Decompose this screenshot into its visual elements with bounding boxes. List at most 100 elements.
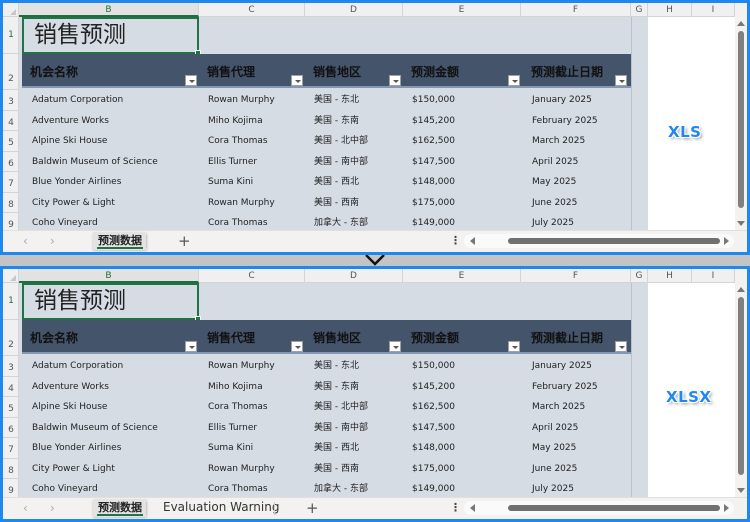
- empty-cells-area[interactable]: XLSX: [648, 283, 735, 497]
- table-row[interactable]: Blue Yonder Airlines Suma Kini 美国 - 西北 $148…: [22, 172, 631, 193]
- close-date-cell[interactable]: January 2025: [532, 90, 592, 111]
- horizontal-scroll-thumb[interactable]: [508, 505, 720, 511]
- amount-cell[interactable]: $162,500: [412, 131, 455, 152]
- region-cell[interactable]: 美国 - 西南: [314, 193, 359, 214]
- region-cell[interactable]: 美国 - 北中部: [314, 397, 368, 418]
- filter-dropdown-icon[interactable]: [185, 341, 197, 352]
- amount-cell[interactable]: $150,000: [412, 90, 455, 111]
- table-row[interactable]: Baldwin Museum of Science Ellis Turner 美国 …: [22, 418, 631, 439]
- table-row[interactable]: City Power & Light Rowan Murphy 美国 - 西南 $17…: [22, 193, 631, 214]
- agent-cell[interactable]: Cora Thomas: [208, 397, 268, 418]
- title-cell[interactable]: 销售预测: [22, 17, 201, 56]
- opportunity-cell[interactable]: Blue Yonder Airlines: [32, 438, 121, 459]
- close-date-cell[interactable]: June 2025: [532, 193, 577, 214]
- row-header[interactable]: 6: [3, 418, 19, 438]
- table-row[interactable]: Adventure Works Miho Kojima 美国 - 东南 $145,20…: [22, 111, 631, 132]
- table-row[interactable]: Baldwin Museum of Science Ellis Turner 美国 …: [22, 152, 631, 173]
- column-header-d[interactable]: D: [305, 3, 403, 17]
- table-row[interactable]: Adatum Corporation Rowan Murphy 美国 - 东北 $15…: [22, 90, 631, 111]
- column-g-area[interactable]: [631, 17, 648, 230]
- column-header-i[interactable]: I: [692, 3, 735, 17]
- close-date-cell[interactable]: February 2025: [532, 377, 598, 398]
- amount-cell[interactable]: $148,000: [412, 172, 455, 193]
- filter-dropdown-icon[interactable]: [508, 341, 520, 352]
- amount-cell[interactable]: $145,200: [412, 111, 455, 132]
- region-cell[interactable]: 美国 - 西北: [314, 172, 359, 193]
- table-row[interactable]: Blue Yonder Airlines Suma Kini 美国 - 西北 $148…: [22, 438, 631, 459]
- region-cell[interactable]: 美国 - 南中部: [314, 152, 368, 173]
- column-header-f[interactable]: F: [521, 269, 631, 283]
- scroll-left-icon[interactable]: [470, 504, 475, 512]
- agent-cell[interactable]: Rowan Murphy: [208, 459, 275, 480]
- agent-cell[interactable]: Miho Kojima: [208, 377, 263, 398]
- region-cell[interactable]: 美国 - 西南: [314, 459, 359, 480]
- vertical-scrollbar[interactable]: [735, 283, 747, 497]
- agent-cell[interactable]: Cora Thomas: [208, 131, 268, 152]
- scroll-left-icon[interactable]: [470, 237, 475, 245]
- agent-cell[interactable]: Ellis Turner: [208, 152, 257, 173]
- agent-cell[interactable]: Suma Kini: [208, 172, 253, 193]
- row-header[interactable]: 6: [3, 152, 19, 172]
- scroll-down-icon[interactable]: [737, 488, 745, 493]
- scroll-up-icon[interactable]: [737, 287, 745, 292]
- table-row[interactable]: Alpine Ski House Cora Thomas 美国 - 北中部 $162,…: [22, 131, 631, 152]
- region-cell[interactable]: 美国 - 西北: [314, 438, 359, 459]
- column-header-f[interactable]: F: [521, 3, 631, 17]
- amount-cell[interactable]: $148,000: [412, 438, 455, 459]
- amount-cell[interactable]: $147,500: [412, 418, 455, 439]
- filter-dropdown-icon[interactable]: [615, 341, 627, 352]
- agent-cell[interactable]: Rowan Murphy: [208, 90, 275, 111]
- scroll-down-icon[interactable]: [737, 221, 745, 226]
- opportunity-cell[interactable]: Baldwin Museum of Science: [32, 152, 158, 173]
- row-header[interactable]: 5: [3, 397, 19, 418]
- column-header-c[interactable]: C: [199, 3, 305, 17]
- close-date-cell[interactable]: April 2025: [532, 152, 578, 173]
- opportunity-cell[interactable]: Adventure Works: [32, 111, 109, 132]
- prev-sheet-icon[interactable]: ‹: [23, 234, 28, 248]
- filter-dropdown-icon[interactable]: [389, 341, 401, 352]
- region-cell[interactable]: 美国 - 南中部: [314, 418, 368, 439]
- opportunity-cell[interactable]: Baldwin Museum of Science: [32, 418, 158, 439]
- close-date-cell[interactable]: May 2025: [532, 172, 576, 193]
- region-cell[interactable]: 美国 - 北中部: [314, 131, 368, 152]
- row-header[interactable]: 5: [3, 131, 19, 152]
- close-date-cell[interactable]: June 2025: [532, 459, 577, 480]
- filter-dropdown-icon[interactable]: [508, 75, 520, 86]
- column-header-h[interactable]: H: [648, 269, 692, 283]
- column-header-d[interactable]: D: [305, 269, 403, 283]
- column-header-g[interactable]: G: [631, 3, 648, 17]
- filter-dropdown-icon[interactable]: [291, 341, 303, 352]
- region-cell[interactable]: 美国 - 东北: [314, 90, 359, 111]
- empty-cells-area[interactable]: XLS: [648, 17, 735, 230]
- opportunity-cell[interactable]: Alpine Ski House: [32, 397, 107, 418]
- select-all-corner[interactable]: [3, 3, 19, 17]
- agent-cell[interactable]: Ellis Turner: [208, 418, 257, 439]
- more-options-icon[interactable]: ⋮: [450, 501, 461, 514]
- horizontal-scroll-thumb[interactable]: [508, 238, 720, 244]
- row-header[interactable]: 3: [3, 356, 19, 377]
- row-header[interactable]: 3: [3, 90, 19, 111]
- next-sheet-icon[interactable]: ›: [50, 501, 55, 515]
- region-cell[interactable]: 美国 - 东南: [314, 111, 359, 132]
- agent-cell[interactable]: Miho Kojima: [208, 111, 263, 132]
- amount-cell[interactable]: $150,000: [412, 356, 455, 377]
- opportunity-cell[interactable]: Adventure Works: [32, 377, 109, 398]
- vertical-scrollbar[interactable]: [735, 17, 747, 230]
- row-header[interactable]: 8: [3, 459, 19, 479]
- filter-dropdown-icon[interactable]: [389, 75, 401, 86]
- close-date-cell[interactable]: April 2025: [532, 418, 578, 439]
- column-header-h[interactable]: H: [648, 3, 692, 17]
- agent-cell[interactable]: Rowan Murphy: [208, 356, 275, 377]
- add-sheet-icon[interactable]: +: [306, 499, 319, 517]
- row-header[interactable]: 7: [3, 438, 19, 459]
- table-row[interactable]: Adatum Corporation Rowan Murphy 美国 - 东北 $15…: [22, 356, 631, 377]
- sheet-grid[interactable]: 销售预测 机会名称 销售代理 销售地区 预测金额 预测截止日期 Adatum C…: [19, 283, 631, 497]
- region-cell[interactable]: 美国 - 东南: [314, 377, 359, 398]
- select-all-corner[interactable]: [3, 269, 19, 283]
- opportunity-cell[interactable]: City Power & Light: [32, 459, 115, 480]
- opportunity-cell[interactable]: Alpine Ski House: [32, 131, 107, 152]
- amount-cell[interactable]: $145,200: [412, 377, 455, 398]
- filter-dropdown-icon[interactable]: [291, 75, 303, 86]
- sheet-grid[interactable]: 销售预测 机会名称 销售代理 销售地区 预测金额 预测截止日期 Adatum C…: [19, 17, 631, 230]
- close-date-cell[interactable]: March 2025: [532, 131, 585, 152]
